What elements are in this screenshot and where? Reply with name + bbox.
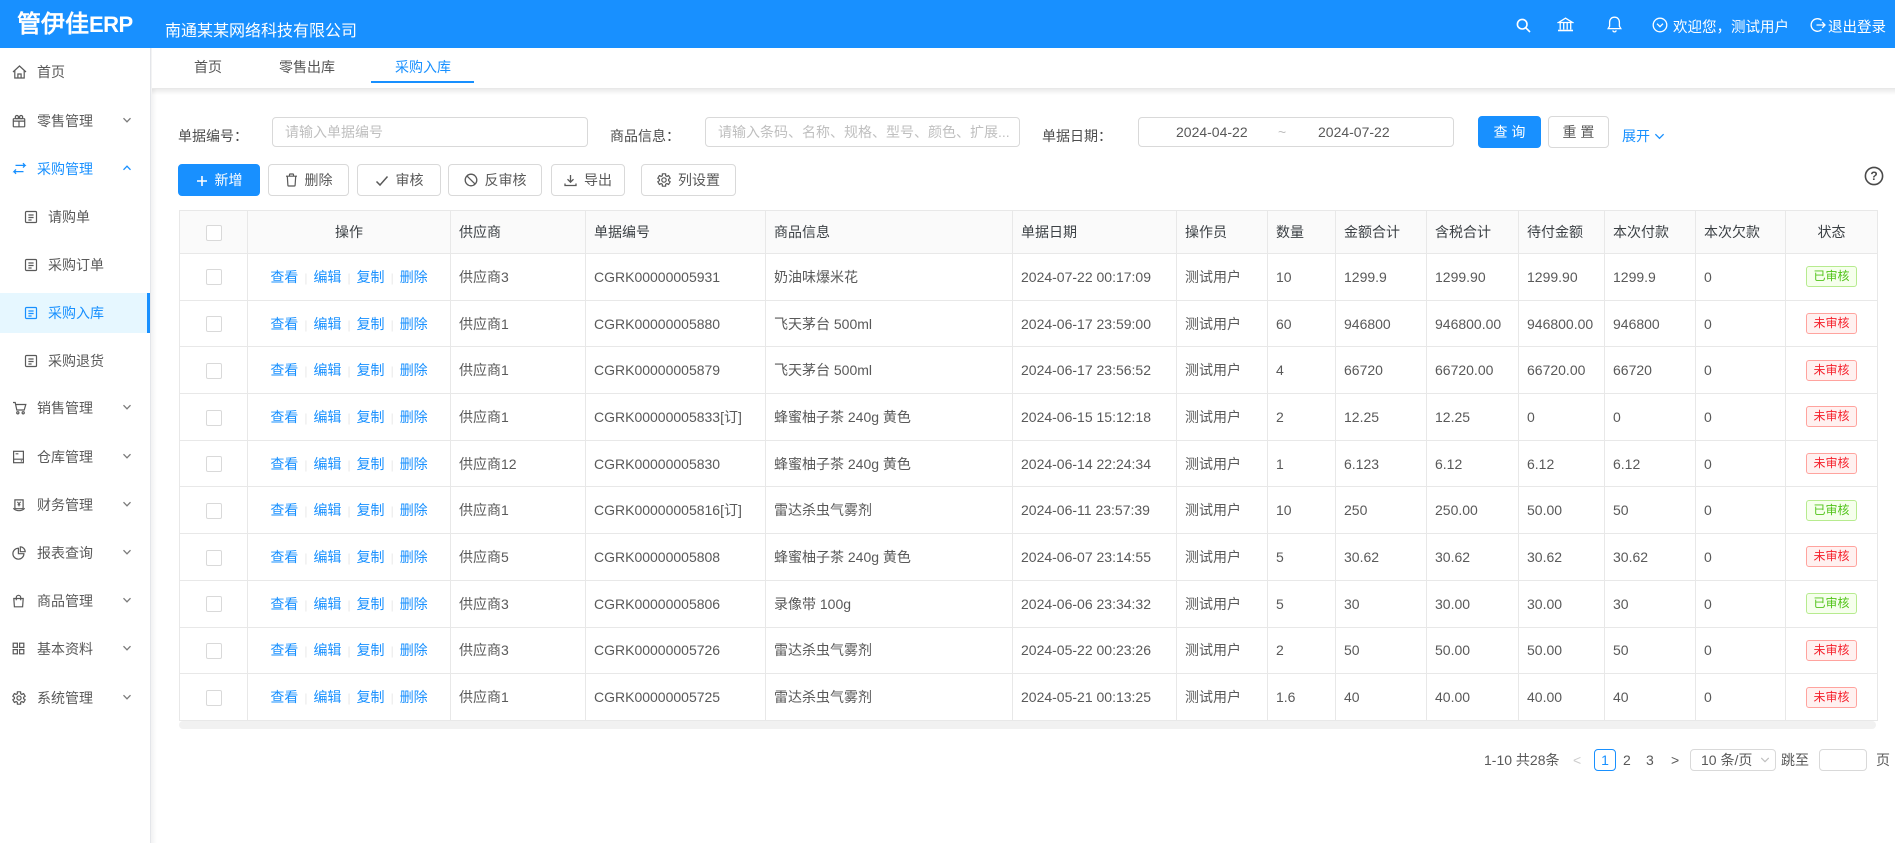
svg-text:?: ? — [1870, 169, 1877, 183]
